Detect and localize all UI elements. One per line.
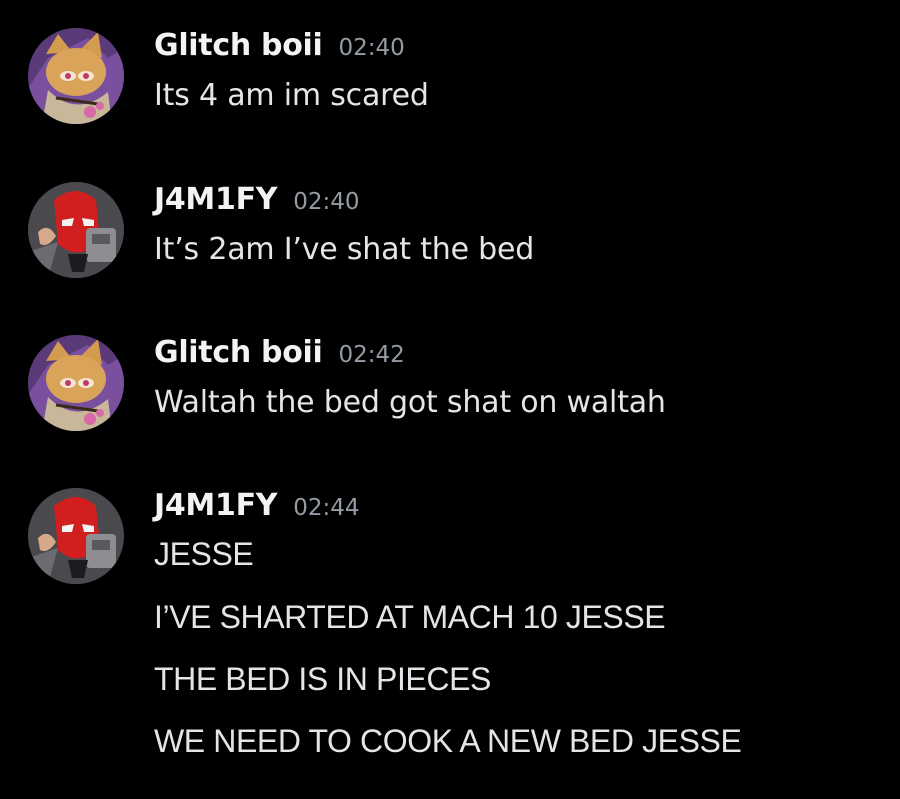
message-text: Its 4 am im scared: [154, 78, 429, 113]
timestamp: 02:40: [293, 189, 360, 215]
fox-character-avatar-icon[interactable]: [28, 28, 124, 124]
message-header: J4M1FY 02:44: [154, 488, 359, 528]
message-header: Glitch boii 02:40: [154, 28, 405, 68]
fox-character-avatar-icon[interactable]: [28, 335, 124, 431]
red-hood-avatar-icon[interactable]: [28, 182, 124, 278]
chat-message-list: Glitch boii 02:40 Its 4 am im scared J4M…: [0, 0, 900, 799]
timestamp: 02:42: [338, 342, 405, 368]
username[interactable]: Glitch boii: [154, 335, 323, 370]
message-header: J4M1FY 02:40: [154, 182, 359, 222]
message-text: It’s 2am I’ve shat the bed: [154, 232, 535, 267]
username[interactable]: J4M1FY: [154, 488, 277, 523]
red-hood-avatar-icon[interactable]: [28, 488, 124, 584]
message-text: I’VE SHARTED AT MACH 10 JESSE: [154, 599, 666, 635]
timestamp: 02:40: [338, 35, 405, 61]
message-text: Waltah the bed got shat on waltah: [154, 385, 666, 420]
message-header: Glitch boii 02:42: [154, 335, 405, 375]
message-text: JESSE: [154, 536, 254, 572]
username[interactable]: Glitch boii: [154, 28, 323, 63]
message-text: WE NEED TO COOK A NEW BED JESSE: [154, 723, 742, 759]
timestamp: 02:44: [293, 495, 360, 521]
message-text: THE BED IS IN PIECES: [154, 661, 491, 697]
username[interactable]: J4M1FY: [154, 182, 277, 217]
